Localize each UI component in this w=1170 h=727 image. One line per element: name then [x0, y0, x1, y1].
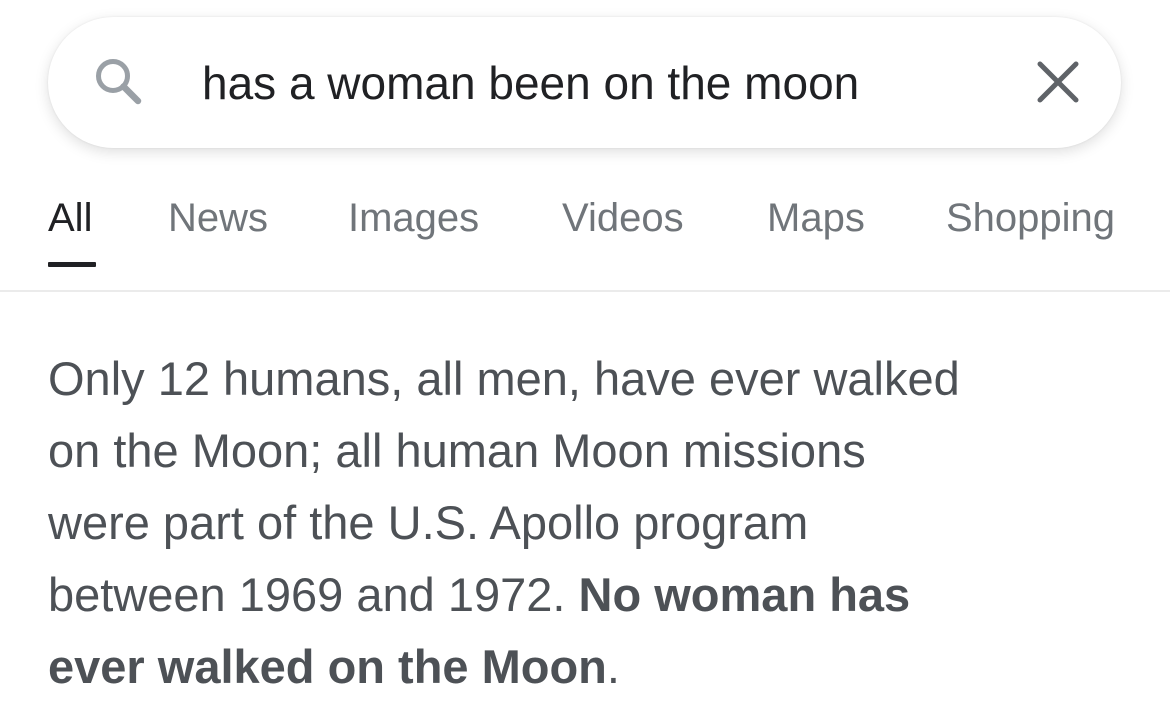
answer-text: .	[606, 640, 620, 693]
tab-shopping[interactable]: Shopping	[946, 196, 1115, 241]
tab-all[interactable]: All	[48, 196, 92, 241]
answer-highlight: No woman has	[578, 568, 911, 621]
tab-maps[interactable]: Maps	[767, 196, 865, 241]
answer-highlight: ever walked on the Moon	[48, 640, 607, 693]
search-icon[interactable]	[92, 55, 148, 111]
answer-line: between 1969 and 1972. No woman has	[48, 559, 1138, 631]
active-tab-indicator	[48, 262, 96, 267]
answer-line: ever walked on the Moon.	[48, 631, 1138, 703]
answer-line: on the Moon; all human Moon missions	[48, 424, 866, 477]
answer-line: Only 12 humans, all men, have ever walke…	[48, 352, 960, 405]
search-tabs: All News Images Videos Maps Shopping	[0, 196, 1170, 292]
answer-line: were part of the U.S. Apollo program	[48, 496, 809, 549]
close-icon[interactable]	[1034, 58, 1082, 106]
search-header: All News Images Videos Maps Shopping	[0, 0, 1170, 292]
tab-news[interactable]: News	[168, 196, 268, 241]
search-input[interactable]	[202, 51, 982, 115]
tab-images[interactable]: Images	[348, 196, 479, 241]
tab-videos[interactable]: Videos	[562, 196, 684, 241]
featured-answer: Only 12 humans, all men, have ever walke…	[48, 343, 1138, 703]
answer-text: between 1969 and 1972.	[48, 568, 579, 621]
